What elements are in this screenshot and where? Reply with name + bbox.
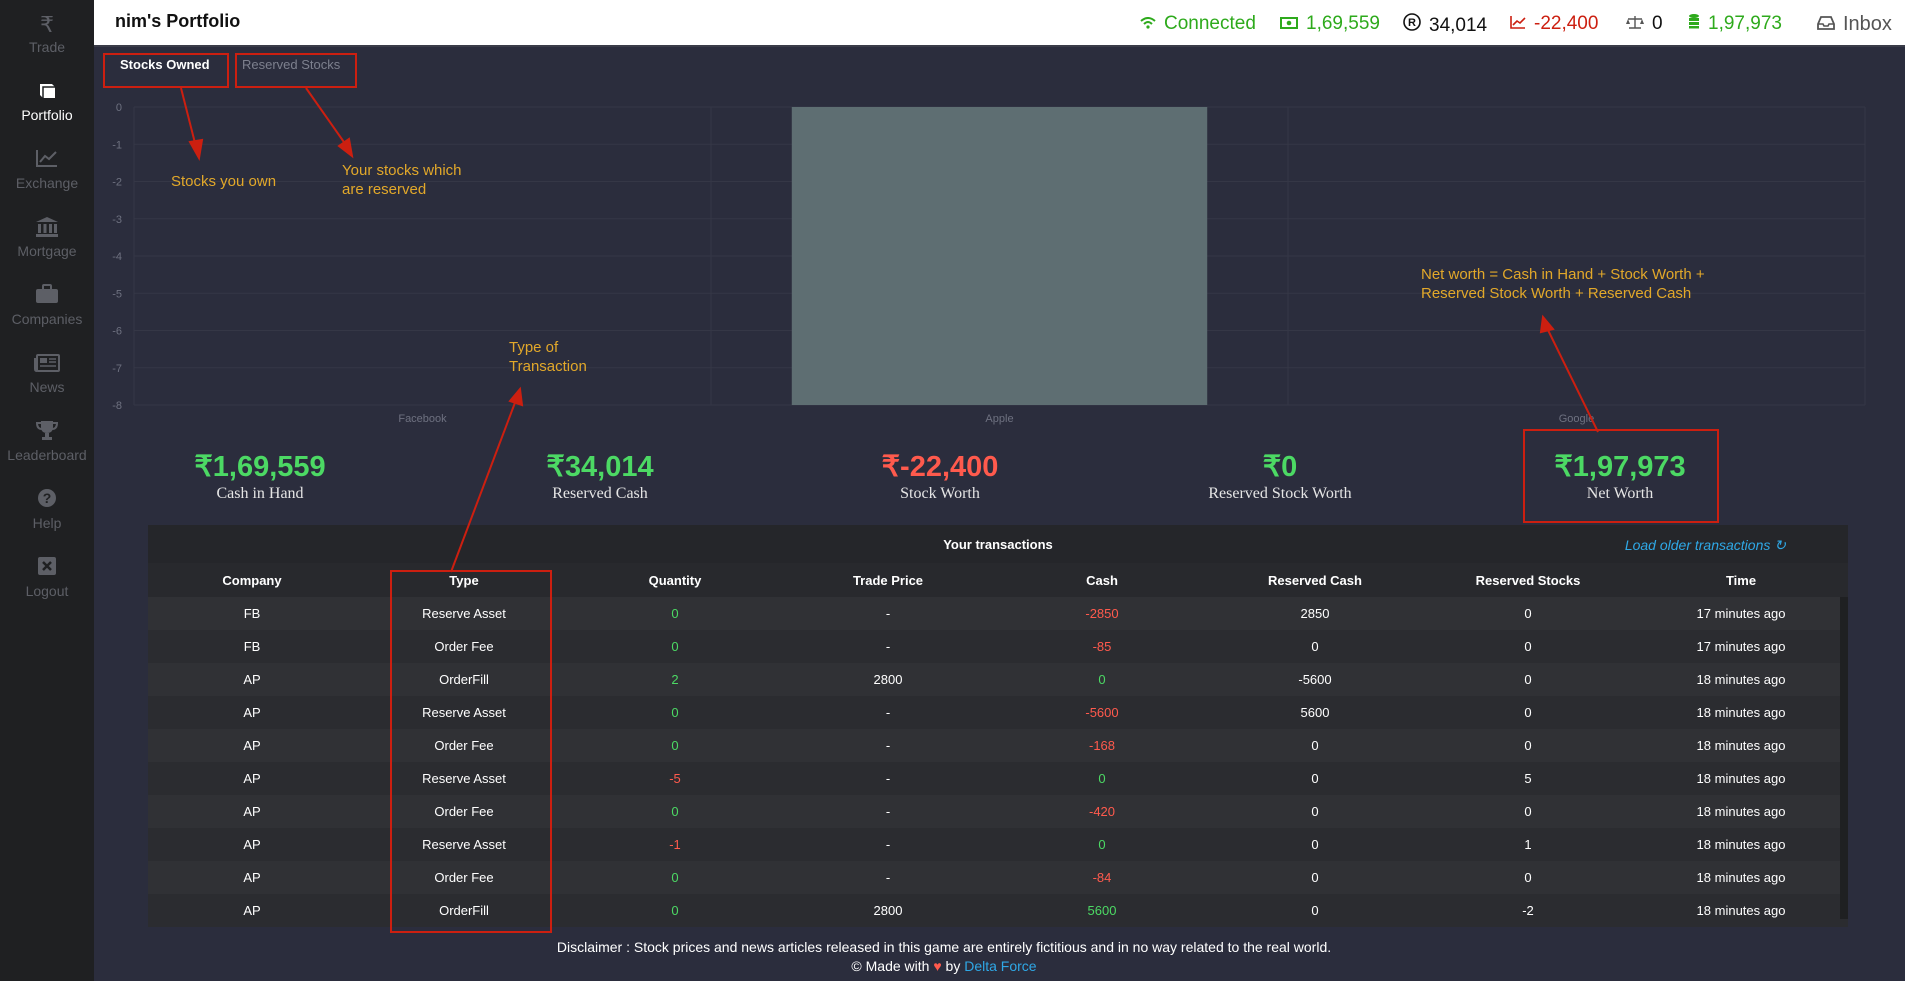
arrowhead-stocks-owned xyxy=(188,138,204,161)
arrow-stocks-owned xyxy=(180,87,197,148)
arrow-transaction-type xyxy=(450,399,517,573)
arrowhead-reserved-stocks xyxy=(337,137,354,159)
arrow-reserved-stocks xyxy=(305,87,347,146)
arrowhead-net-worth xyxy=(1539,314,1555,334)
arrowhead-transaction-type xyxy=(508,386,524,407)
annotation-arrows xyxy=(180,87,1599,573)
arrow-net-worth xyxy=(1546,327,1599,433)
